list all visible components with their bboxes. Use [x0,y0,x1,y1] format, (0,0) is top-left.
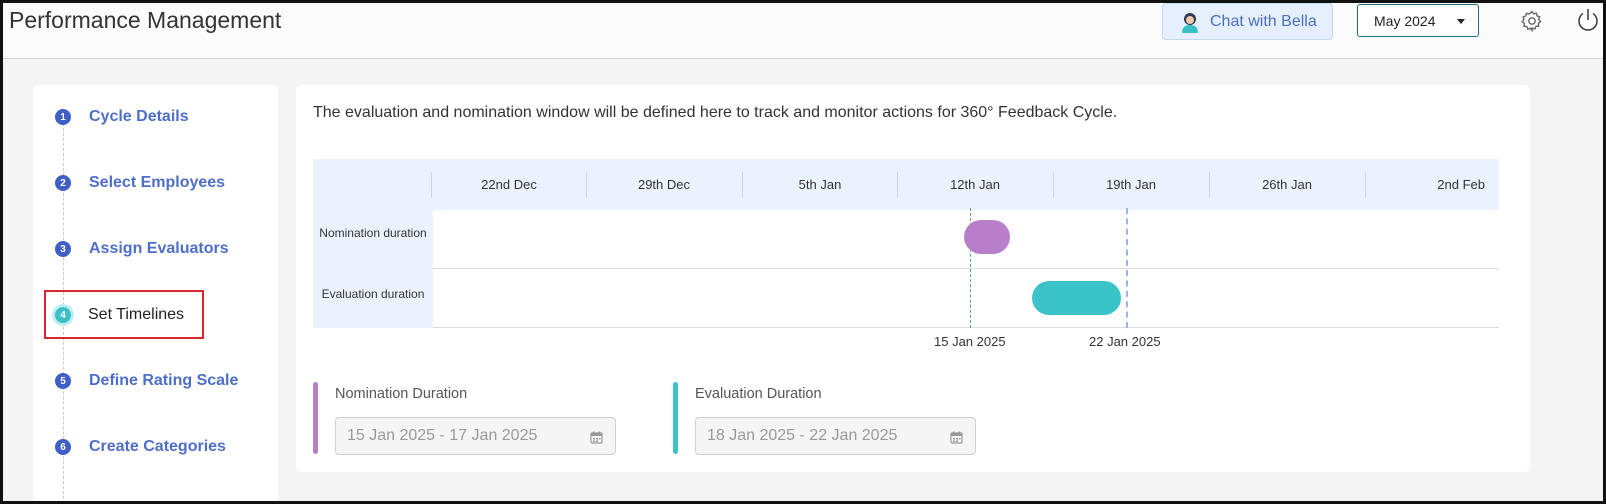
calendar-icon[interactable] [590,431,603,444]
row-divider [433,268,1499,269]
step-assign-evaluators[interactable]: 3 Assign Evaluators [55,237,229,261]
chat-button-label: Chat with Bella [1210,12,1317,30]
step-create-categories[interactable]: 6 Create Categories [55,435,226,459]
week-label: 29th Dec [637,177,691,192]
nomination-bar[interactable] [964,220,1010,254]
power-icon[interactable] [1575,8,1601,34]
marker-date-label: 22 Jan 2025 [1089,334,1161,349]
nomination-duration-title: Nomination Duration [335,386,468,402]
step-label: Cycle Details [89,108,189,125]
row-divider [433,327,1499,328]
step-set-timelines[interactable]: 4 Set Timelines [55,303,184,327]
evaluation-duration-title: Evaluation Duration [695,386,822,402]
month-select[interactable]: May 2024 [1357,4,1479,37]
week-label: 26th Jan [1262,177,1312,192]
step-number: 2 [55,175,71,191]
nomination-date-range-input[interactable] [335,417,616,455]
step-label: Define Rating Scale [89,372,239,389]
row-label-evaluation: Evaluation duration [321,287,425,301]
chevron-down-icon [1457,19,1465,24]
calendar-icon[interactable] [950,431,963,444]
step-label: Set Timelines [88,306,185,323]
step-number: 5 [55,373,71,389]
week-label: 2nd Feb [1437,177,1485,192]
week-label: 22nd Dec [481,177,537,192]
end-date-marker [1126,208,1128,328]
month-select-value: May 2024 [1374,12,1436,29]
evaluation-bar[interactable] [1032,281,1121,315]
evaluation-date-range-input[interactable] [695,417,976,455]
evaluation-accent-bar [673,382,678,454]
week-label: 5th Jan [798,177,842,192]
gear-icon[interactable] [1520,9,1544,33]
app-title: Performance Management [9,7,282,33]
week-label: 12th Jan [950,177,1000,192]
step-cycle-details[interactable]: 1 Cycle Details [55,105,189,129]
step-number: 1 [55,109,71,125]
step-select-employees[interactable]: 2 Select Employees [55,171,225,195]
step-label: Select Employees [89,174,226,191]
week-label: 19th Jan [1106,177,1156,192]
nomination-accent-bar [313,382,318,454]
step-label: Assign Evaluators [89,240,229,257]
step-label: Create Categories [89,438,226,455]
bella-avatar-icon [1182,12,1198,33]
step-number: 3 [55,241,71,257]
top-bar: Performance Management Chat with Bella M… [0,0,1606,59]
step-define-rating-scale[interactable]: 5 Define Rating Scale [55,369,238,393]
step-number: 4 [55,307,71,323]
intro-text: The evaluation and nomination window wil… [313,104,1118,121]
marker-date-label: 15 Jan 2025 [934,334,1006,349]
step-number: 6 [55,439,71,455]
row-label-nomination: Nomination duration [319,226,427,240]
timeline-panel [296,85,1530,472]
chat-with-bella-button[interactable]: Chat with Bella [1162,3,1333,40]
